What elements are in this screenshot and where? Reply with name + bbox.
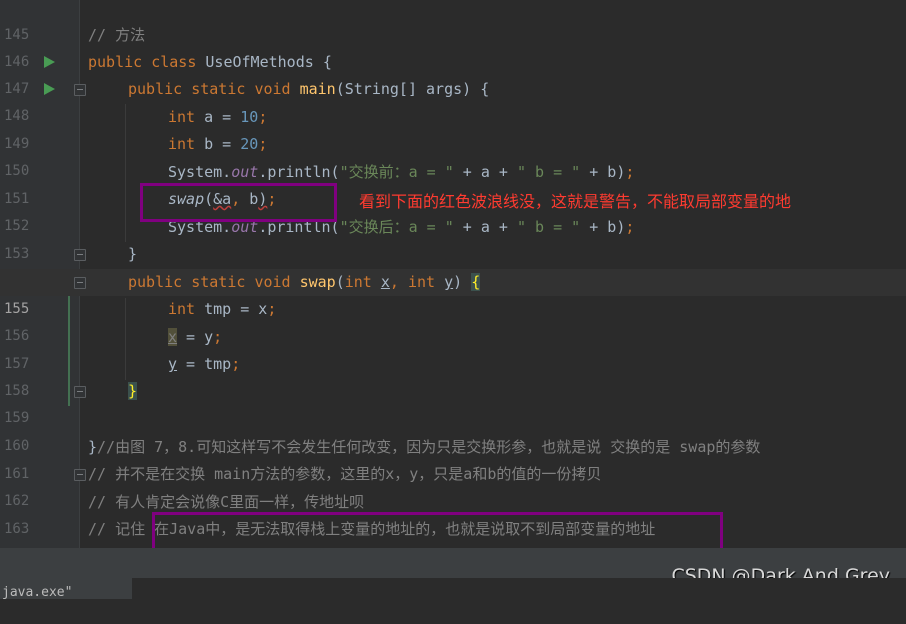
brace: { — [322, 53, 332, 71]
code-line[interactable]: 147 public class UseOfMethods { — [0, 49, 906, 97]
code-text: + b) — [580, 218, 626, 236]
code-line[interactable]: 161 }//由图 7，8.可知这样写不会发生任何改变，因为只是交换形参，也就是… — [0, 434, 906, 482]
semicolon: ; — [625, 218, 635, 236]
code-text: + a + — [453, 163, 517, 181]
semicolon: ; — [231, 355, 241, 373]
parameter: x — [380, 273, 390, 291]
comma: , — [389, 273, 399, 291]
keyword: public — [128, 273, 183, 291]
annotation-warning-text: 看到下面的红色波浪线没，这就是警告，不能取局部变量的地 — [359, 192, 792, 211]
code-text: b = — [195, 135, 241, 153]
comment: // 并不是在交换 main方法的参数，这里的x，y，只是a和b的值的一份拷贝 — [88, 465, 602, 483]
run-icon[interactable] — [44, 56, 55, 68]
fold-icon[interactable] — [74, 469, 86, 481]
code-text: + a + — [453, 218, 517, 236]
console-panel: java.exe" — [0, 578, 906, 599]
keyword: static — [191, 273, 246, 291]
run-icon[interactable] — [44, 83, 55, 95]
code-line[interactable]: 149 int a = 10; — [0, 104, 906, 152]
semicolon: ; — [213, 328, 223, 346]
fold-icon[interactable] — [74, 249, 86, 261]
keyword: void — [254, 273, 291, 291]
fold-icon[interactable] — [74, 84, 86, 96]
code-text: tmp = x — [195, 300, 268, 318]
brace: } — [128, 245, 138, 263]
code-editor[interactable]: 145 146 // 方法 147 public class UseOfMeth… — [0, 0, 906, 564]
code-line[interactable]: 150 int b = 20; — [0, 131, 906, 179]
keyword: public — [128, 80, 183, 98]
method-name: main — [299, 80, 336, 98]
keyword: int — [168, 300, 196, 318]
code-line[interactable]: 156 int tmp = x; — [0, 296, 906, 344]
comment: //由图 7，8.可知这样写不会发生任何改变，因为只是交换形参，也就是说 交换的… — [97, 438, 761, 456]
method-name: swap — [299, 273, 336, 291]
keyword: int — [344, 273, 372, 291]
method-args: (String[] args) { — [335, 80, 490, 98]
code-text: ( — [335, 273, 345, 291]
keyword: class — [151, 53, 197, 71]
semicolon: ; — [258, 135, 268, 153]
fold-icon[interactable] — [74, 277, 86, 289]
code-text: + b) — [580, 163, 626, 181]
string-literal: "交换后：a = " — [339, 218, 454, 236]
class-name: UseOfMethods — [205, 53, 314, 71]
code-line[interactable]: 162 // 并不是在交换 main方法的参数，这里的x，y，只是a和b的值的一… — [0, 461, 906, 509]
keyword: static — [191, 80, 246, 98]
code-line[interactable]: 154 } — [0, 241, 906, 289]
code-line[interactable]: 146 // 方法 — [0, 22, 906, 70]
code-line[interactable]: 159 } — [0, 378, 906, 426]
semicolon: ; — [625, 163, 635, 181]
keyword: void — [254, 80, 291, 98]
code-text: ) — [453, 273, 472, 291]
parameter-reassigned: x — [168, 328, 178, 346]
semicolon: ; — [258, 108, 268, 126]
keyword: int — [407, 273, 436, 291]
annotation-box-swap-call — [140, 183, 337, 222]
string-literal: " b = " — [517, 218, 581, 236]
fold-icon[interactable] — [74, 386, 86, 398]
code-line[interactable]: 153 System.out.println("交换后：a = " + a + … — [0, 214, 906, 262]
brace: } — [88, 438, 98, 456]
matched-brace: { — [471, 273, 481, 291]
code-line-current[interactable]: 155 public static void swap(int x, int y… — [0, 269, 906, 317]
code-line[interactable]: 157 x = y; — [0, 324, 906, 372]
code-line[interactable]: 148 public static void main(String[] arg… — [0, 76, 906, 124]
comment: // 方法 — [88, 26, 146, 44]
string-literal: "交换前：a = " — [339, 163, 454, 181]
matched-brace: } — [128, 382, 138, 400]
keyword: int — [168, 135, 196, 153]
code-text: = y — [177, 328, 214, 346]
keyword: public — [88, 53, 143, 71]
keyword: int — [168, 108, 196, 126]
semicolon: ; — [267, 300, 277, 318]
code-text: a = — [195, 108, 241, 126]
number-literal: 20 — [240, 135, 259, 153]
parameter: y — [444, 273, 454, 291]
code-text: .println( — [258, 163, 340, 181]
code-line[interactable]: 160 — [0, 406, 906, 454]
code-text: System. — [168, 163, 232, 181]
static-field: out — [231, 163, 259, 181]
code-line[interactable]: 158 y = tmp; — [0, 351, 906, 399]
code-line[interactable]: 145 — [0, 0, 906, 43]
number-literal: 10 — [240, 108, 259, 126]
code-text: = tmp — [177, 355, 232, 373]
console-output-text: java.exe" — [0, 578, 132, 599]
parameter: y — [168, 355, 178, 373]
string-literal: " b = " — [517, 163, 581, 181]
code-line[interactable]: 151 System.out.println("交换前：a = " + a + … — [0, 159, 906, 207]
comment: // 有人肯定会说像C里面一样，传地址呗 — [88, 493, 365, 511]
